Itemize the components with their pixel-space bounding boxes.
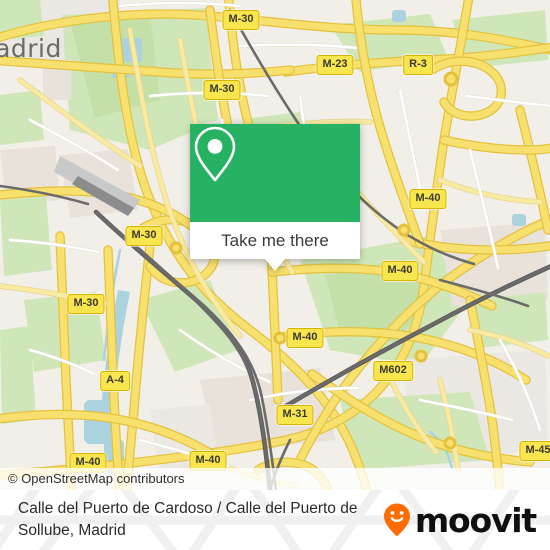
footer-bar: Calle del Puerto de Cardoso / Calle del … — [0, 490, 550, 550]
road-shield: M-40 — [381, 261, 419, 281]
take-me-there-label: Take me there — [221, 230, 329, 250]
road-shield: M-30 — [203, 80, 241, 100]
road-shield: M-23 — [316, 55, 354, 75]
popup-pointer — [265, 259, 285, 271]
road-shield: M-30 — [222, 10, 260, 30]
osm-attribution[interactable]: © OpenStreetMap contributors — [0, 468, 550, 490]
map-screenshot: .park{fill:#cfe7b8;} .parkd{fill:#c4e0a8… — [0, 0, 550, 550]
road-shield: M-30 — [67, 294, 105, 314]
moovit-wordmark: moovit — [414, 500, 537, 540]
road-shield: M-31 — [276, 405, 314, 425]
map-canvas[interactable]: .park{fill:#cfe7b8;} .parkd{fill:#c4e0a8… — [0, 0, 550, 490]
road-shield: M602 — [373, 361, 413, 381]
road-shield: M-30 — [125, 226, 163, 246]
road-shield: R-3 — [403, 55, 433, 75]
popup-action-bar[interactable]: Take me there — [190, 222, 360, 259]
place-name: Calle del Puerto de Cardoso / Calle del … — [18, 500, 358, 539]
moovit-logo[interactable]: moovit — [382, 500, 537, 540]
road-shield: M-40 — [286, 328, 324, 348]
road-shield: M-45 — [519, 441, 550, 461]
road-shield: A-4 — [100, 371, 130, 391]
popup-icon-area — [190, 124, 360, 222]
take-me-there-popup[interactable]: Take me there — [190, 124, 360, 271]
location-pin-icon — [194, 126, 236, 182]
road-shield: M-40 — [409, 189, 447, 209]
moovit-smiley-pin-icon — [383, 503, 410, 537]
city-label: Madrid — [0, 34, 62, 63]
